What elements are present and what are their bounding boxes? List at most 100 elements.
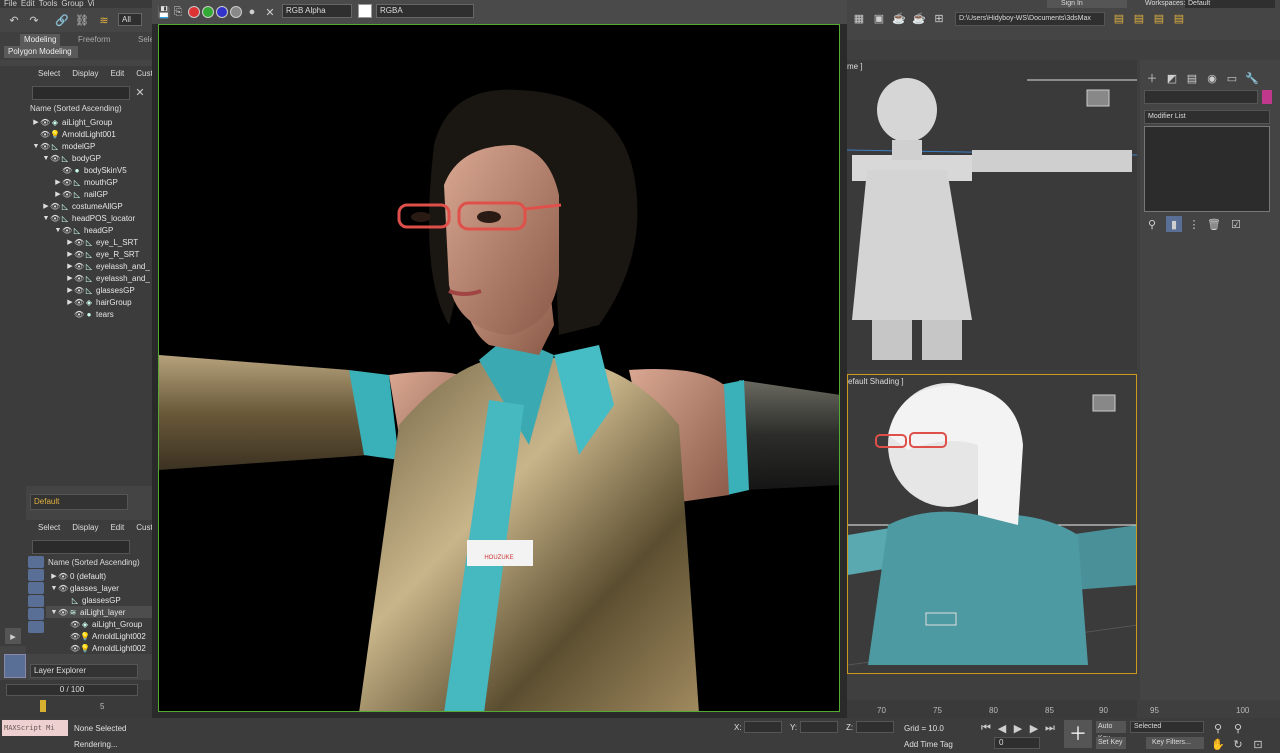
eye-icon[interactable]: 👁 [40, 118, 50, 127]
eye-icon[interactable]: 👁 [40, 130, 50, 139]
tree-row[interactable]: ▶ 👁 ◺ eyelassh_and_ [26, 272, 152, 284]
zoom-icon[interactable]: ⚲ [1210, 720, 1226, 736]
link-icon[interactable]: 🔗 [54, 12, 70, 28]
menu-group[interactable]: Group [61, 0, 83, 8]
rendered-frame-window-icon[interactable]: ▣ [871, 10, 887, 26]
eye-icon[interactable]: 👁 [58, 608, 68, 617]
menu-edit[interactable]: Edit [21, 0, 35, 8]
tree-row[interactable]: ▶ 👁 ◈ aiLight_Group [26, 116, 152, 128]
expand-arrow-icon[interactable]: ▶ [32, 118, 40, 126]
object-color-swatch[interactable] [1262, 90, 1272, 104]
eye-icon[interactable]: 👁 [62, 190, 72, 199]
motion-tab-icon[interactable]: ◉ [1204, 70, 1220, 86]
cameras-filter-icon[interactable] [28, 595, 44, 607]
project-path-dropdown[interactable]: D:\Users\Hidyboy-WS\Documents\3dsMax [955, 12, 1105, 26]
green-channel-icon[interactable] [202, 6, 214, 18]
eye-icon[interactable]: 👁 [70, 620, 80, 629]
add-time-tag-button[interactable]: Add Time Tag [904, 740, 953, 749]
folder-down-icon[interactable]: ▤ [1151, 10, 1167, 26]
selection-filter-dropdown[interactable]: All [118, 13, 142, 26]
collapse-arrow-icon[interactable]: ▼ [50, 585, 58, 592]
expand-arrow-icon[interactable]: ▶ [66, 250, 74, 258]
pan-icon[interactable]: ✋ [1210, 736, 1226, 752]
viewport-front[interactable]: me ] [847, 60, 1137, 370]
tree-row[interactable]: ▶ 👁 ◺ costumeAllGP [26, 200, 152, 212]
tree-row[interactable]: ▼ 👁 ◺ modelGP [26, 140, 152, 152]
channel-dropdown[interactable]: RGB Alpha [282, 4, 352, 18]
eye-icon[interactable]: 👁 [74, 238, 84, 247]
layer-dropdown[interactable]: Default [30, 494, 128, 510]
eye-icon[interactable]: 👁 [50, 202, 60, 211]
tree-row[interactable]: ▶ 👁 ◺ mouthGP [26, 176, 152, 188]
display-mode-dropdown[interactable]: RGBA [376, 4, 474, 18]
tree-row[interactable]: ▼ 👁 ◺ headPOS_locator [26, 212, 152, 224]
clear-icon[interactable]: ✕ [262, 4, 278, 20]
tab-modeling[interactable]: Modeling [20, 34, 61, 46]
workspaces-dropdown[interactable]: Default [1185, 0, 1275, 8]
maximize-viewport-icon[interactable]: ⊡ [1250, 736, 1266, 752]
eye-icon[interactable]: 👁 [74, 298, 84, 307]
tree-row[interactable]: ▶ 👁 ◺ eyelassh_and_ [26, 260, 152, 272]
eye-icon[interactable]: 👁 [70, 632, 80, 641]
go-to-end-icon[interactable]: ⏭ [1042, 720, 1058, 736]
modifier-list-dropdown[interactable]: Modifier List [1144, 110, 1270, 124]
expand-arrow-icon[interactable]: ▶ [66, 286, 74, 294]
tree-row[interactable]: ▶ 👁 ◈ hairGroup [26, 296, 152, 308]
tree-row[interactable]: ▶ 👁 ◺ eye_L_SRT [26, 236, 152, 248]
collapse-arrow-icon[interactable]: ▼ [32, 143, 40, 150]
expand-arrow-icon[interactable]: ▶ [50, 572, 58, 580]
time-cursor[interactable] [40, 700, 46, 712]
explorer-tab-display[interactable]: Display [72, 69, 98, 81]
menu-file[interactable]: File [4, 0, 17, 8]
tree-row[interactable]: ▶ 👁 ◺ glassesGP [26, 284, 152, 296]
display-tab-icon[interactable]: ▭ [1224, 70, 1240, 86]
copy-image-icon[interactable]: ⎘ [170, 4, 186, 20]
explorer-column-header[interactable]: Name (Sorted Ascending) [30, 104, 122, 113]
set-key-big-icon[interactable]: ＋ [1064, 720, 1092, 748]
eye-icon[interactable]: 👁 [58, 584, 68, 593]
explorer-search-input[interactable] [32, 86, 130, 100]
render-active-icon[interactable]: ☕ [911, 10, 927, 26]
remove-modifier-icon[interactable]: 🗑 [1206, 216, 1222, 232]
expand-arrow-icon[interactable]: ▶ [66, 262, 74, 270]
layer-tab-edit[interactable]: Edit [110, 523, 124, 535]
redo-icon[interactable]: ↷ [26, 12, 42, 28]
create-tab-icon[interactable]: ＋ [1144, 70, 1160, 86]
viewport-layout-icon[interactable] [4, 654, 26, 678]
go-to-start-icon[interactable]: ⏮ [978, 720, 994, 736]
eye-icon[interactable]: 👁 [74, 274, 84, 283]
y-coordinate-input[interactable] [800, 721, 838, 733]
auto-key-button[interactable]: Auto Key [1096, 721, 1126, 742]
tree-row[interactable]: ▶ 👁 ◺ eye_R_SRT [26, 248, 152, 260]
x-coordinate-input[interactable] [744, 721, 782, 733]
current-frame-input[interactable]: 0 [994, 737, 1040, 749]
eye-icon[interactable]: 👁 [58, 572, 68, 581]
maxscript-listener-input[interactable]: MAXScript Mi [2, 720, 68, 736]
set-key-button[interactable]: Set Key [1096, 737, 1126, 749]
expand-arrow-icon[interactable]: ▶ [54, 190, 62, 198]
expand-arrow-icon[interactable]: ▶ [66, 298, 74, 306]
eye-icon[interactable]: 👁 [74, 310, 84, 319]
eye-icon[interactable]: 👁 [62, 166, 72, 175]
expand-arrow-icon[interactable]: ▶ [54, 178, 62, 186]
menu-views[interactable]: Vi [88, 0, 95, 8]
modifier-stack[interactable] [1144, 126, 1270, 212]
lights-filter-icon[interactable] [28, 582, 44, 594]
expand-arrow-icon[interactable]: ▶ [66, 274, 74, 282]
spacewarps-filter-icon[interactable] [28, 621, 44, 633]
layer-search-input[interactable] [32, 540, 130, 554]
time-slider[interactable]: 0 / 100 [6, 684, 138, 696]
red-channel-icon[interactable] [188, 6, 200, 18]
folder-up-icon[interactable]: ▤ [1171, 10, 1187, 26]
show-end-result-icon[interactable]: ▮ [1166, 216, 1182, 232]
key-filters-button[interactable]: Key Filters... [1146, 737, 1204, 749]
eye-icon[interactable]: 👁 [62, 178, 72, 187]
undo-icon[interactable]: ↶ [6, 12, 22, 28]
collapse-arrow-icon[interactable]: ▼ [42, 155, 50, 162]
orbit-icon[interactable]: ↻ [1230, 736, 1246, 752]
explorer-selector-dropdown[interactable]: Layer Explorer [30, 664, 138, 678]
expand-arrow-icon[interactable]: ▶ [42, 202, 50, 210]
render-teapot-icon[interactable]: ☕ [891, 10, 907, 26]
polygon-modeling-button[interactable]: Polygon Modeling [4, 46, 78, 58]
timeline-ruler[interactable]: 70 75 80 85 90 [847, 700, 1137, 718]
